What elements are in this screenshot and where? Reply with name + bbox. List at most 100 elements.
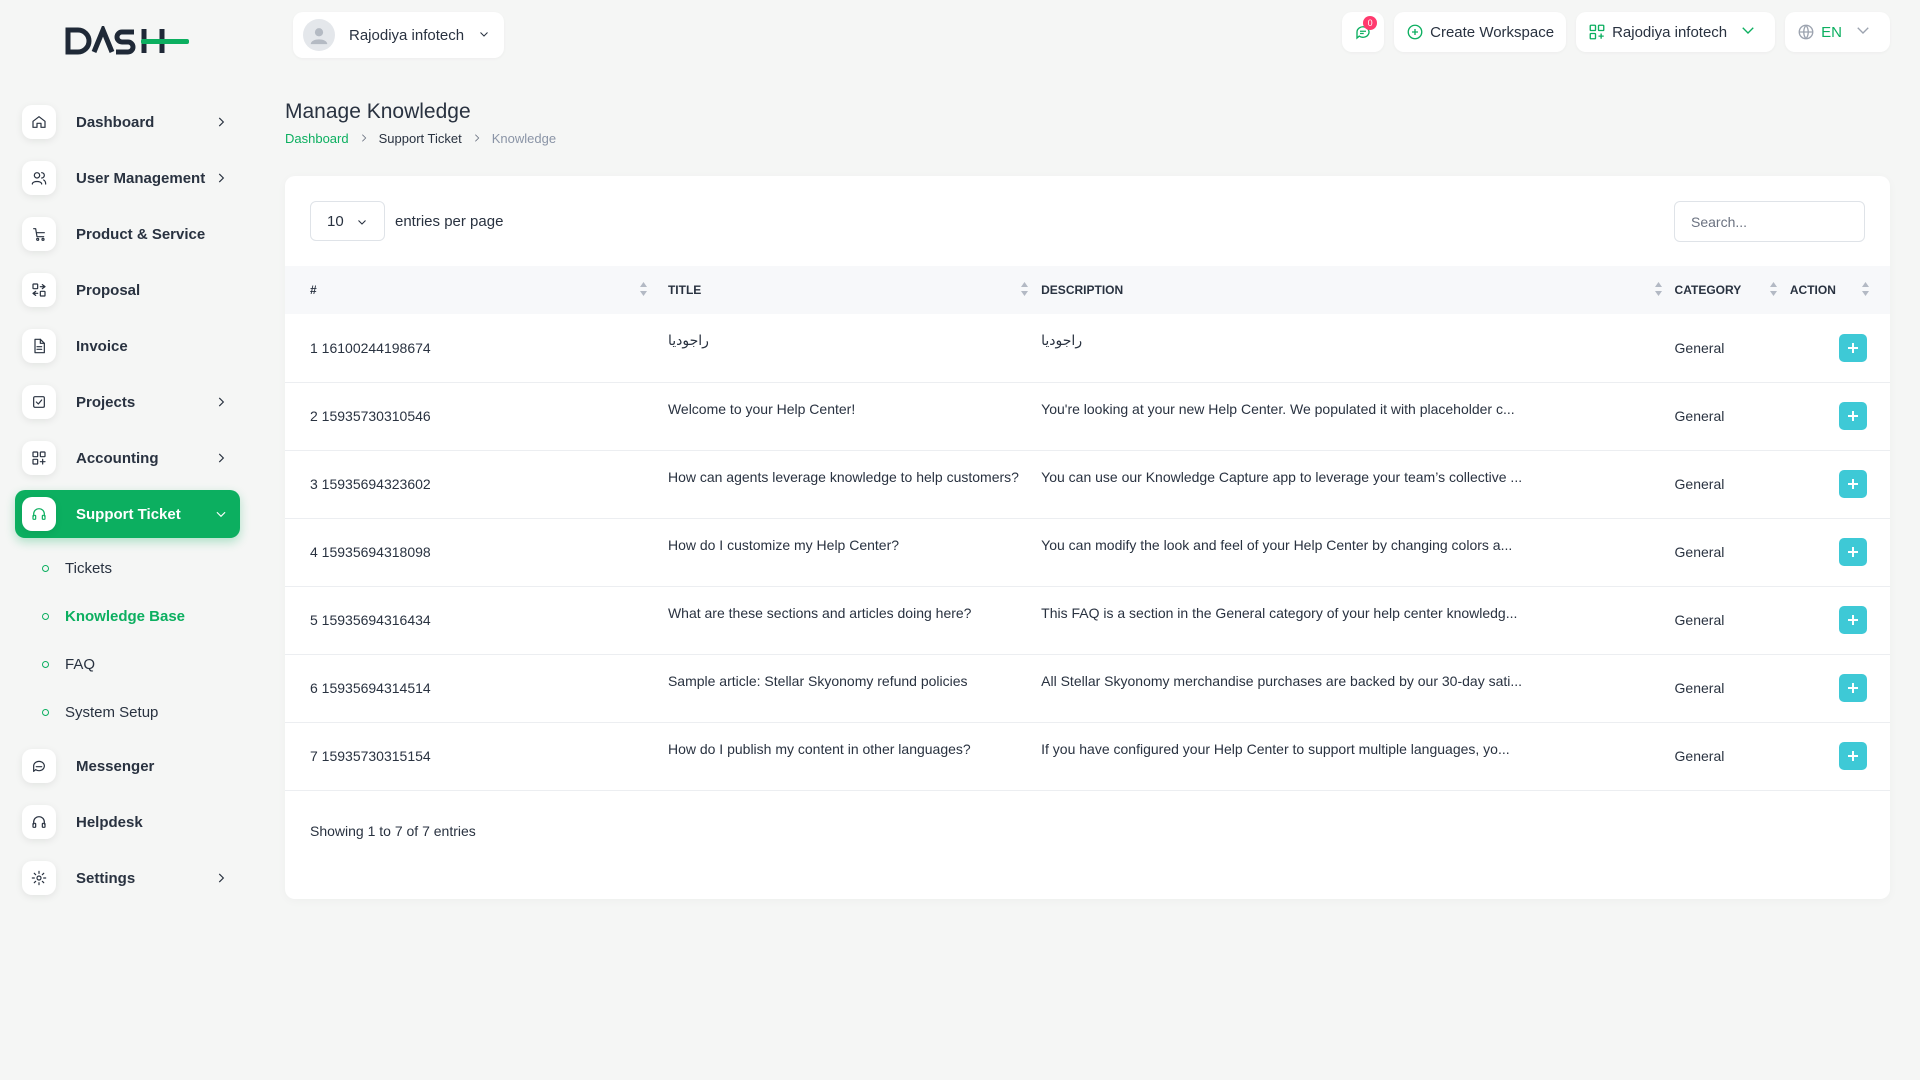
language-code: EN — [1821, 23, 1842, 41]
add-button[interactable] — [1838, 402, 1867, 430]
submenu-item-label: FAQ — [65, 655, 96, 673]
sort-icon — [1020, 281, 1029, 300]
row-category: General — [1674, 748, 1725, 764]
chevron-right-icon — [214, 871, 228, 885]
chevron-down-icon — [214, 507, 228, 521]
headset-icon — [22, 805, 56, 839]
plus-icon — [1847, 479, 1858, 489]
column-header-number[interactable]: # — [285, 266, 668, 314]
language-switcher[interactable]: EN — [1785, 12, 1890, 52]
sidebar-item-helpdesk[interactable]: Helpdesk — [15, 798, 240, 846]
column-header-description[interactable]: DESCRIPTION — [1041, 266, 1674, 314]
dash-logo[interactable] — [64, 26, 190, 56]
plus-circle-icon — [1407, 24, 1423, 40]
row-number: 4 15935694318098 — [310, 544, 431, 560]
breadcrumb-current: Knowledge — [491, 131, 557, 146]
submenu-item-knowledge-base[interactable]: Knowledge Base — [15, 592, 240, 640]
row-title: How do I publish my content in other lan… — [667, 740, 971, 757]
knowledge-card: 10 entries per page # TITLE DESCRIPTION … — [285, 176, 1890, 899]
sidebar-item-proposal[interactable]: Proposal — [15, 266, 240, 314]
support-ticket-submenu: Tickets Knowledge Base FAQ System Setup — [15, 544, 240, 736]
table-row: 7 15935730315154 How do I publish my con… — [285, 722, 1890, 790]
add-button[interactable] — [1838, 470, 1867, 498]
chat-icon — [22, 749, 56, 783]
column-header-action[interactable]: ACTION — [1790, 266, 1890, 314]
notification-badge: 0 — [1363, 16, 1378, 30]
table-row: 6 15935694314514 Sample article: Stellar… — [285, 654, 1890, 722]
sidebar-item-settings[interactable]: Settings — [15, 854, 240, 902]
entries-per-page-select[interactable]: 10 — [310, 201, 385, 241]
user-menu-button[interactable]: Rajodiya infotech — [293, 12, 505, 58]
row-description: This FAQ is a section in the General cat… — [1041, 604, 1518, 621]
submenu-item-label: Knowledge Base — [65, 607, 186, 625]
row-title: Welcome to your Help Center! — [667, 400, 856, 417]
knowledge-table: # TITLE DESCRIPTION CATEGORY ACTION 1 16… — [285, 266, 1890, 791]
sidebar-item-projects[interactable]: Projects — [15, 378, 240, 426]
sidebar-item-user-management[interactable]: User Management — [15, 154, 240, 202]
row-description: You can modify the look and feel of your… — [1041, 536, 1513, 553]
sidebar-item-invoice[interactable]: Invoice — [15, 322, 240, 370]
sidebar-item-label: User Management — [76, 169, 206, 187]
row-number: 2 15935730310546 — [310, 408, 431, 424]
submenu-item-label: Tickets — [65, 559, 112, 577]
sidebar-item-product-service[interactable]: Product & Service — [15, 210, 240, 258]
submenu-item-faq[interactable]: FAQ — [15, 640, 240, 688]
add-button[interactable] — [1838, 606, 1867, 634]
sort-icon — [1769, 281, 1778, 300]
sidebar-item-support-ticket[interactable]: Support Ticket — [15, 490, 240, 538]
row-category: General — [1674, 544, 1725, 560]
add-button[interactable] — [1838, 674, 1867, 702]
breadcrumb: Dashboard Support Ticket Knowledge — [285, 131, 556, 146]
row-description: راجوديا — [1041, 332, 1083, 348]
chevron-down-icon — [1842, 21, 1878, 43]
workspace-switcher[interactable]: Rajodiya infotech — [1576, 12, 1776, 52]
row-number: 1 16100244198674 — [310, 339, 431, 356]
avatar — [303, 19, 335, 51]
submenu-item-system-setup[interactable]: System Setup — [15, 688, 240, 736]
chevron-down-icon — [358, 220, 366, 225]
table-row: 5 15935694316434 What are these sections… — [285, 586, 1890, 654]
table-header-row: # TITLE DESCRIPTION CATEGORY ACTION — [285, 266, 1890, 314]
sort-icon — [1654, 281, 1663, 300]
plus-icon — [1847, 342, 1858, 353]
globe-icon — [1798, 24, 1814, 40]
chevron-right-icon — [214, 115, 228, 129]
top-header: Rajodiya infotech 0 Create Workspace Raj… — [285, 12, 1890, 60]
table-row: 1 16100244198674 راجوديا راجوديا General — [285, 314, 1890, 382]
sidebar-item-accounting[interactable]: Accounting — [15, 434, 240, 482]
entries-value: 10 — [327, 212, 344, 230]
user-icon — [310, 28, 328, 45]
page-title: Manage Knowledge — [285, 100, 471, 123]
plus-icon — [1847, 615, 1858, 625]
table-row: 4 15935694318098 How do I customize my H… — [285, 518, 1890, 586]
submenu-item-tickets[interactable]: Tickets — [15, 544, 240, 592]
add-button[interactable] — [1838, 538, 1867, 566]
add-button[interactable] — [1838, 333, 1867, 362]
breadcrumb-support-ticket[interactable]: Support Ticket — [379, 131, 462, 146]
breadcrumb-dashboard[interactable]: Dashboard — [285, 131, 349, 146]
sort-icon — [639, 281, 648, 300]
column-header-title[interactable]: TITLE — [668, 266, 1041, 314]
chevron-down-icon — [1727, 21, 1763, 43]
sidebar-item-label: Projects — [76, 393, 136, 411]
create-workspace-label: Create Workspace — [1430, 23, 1555, 41]
sidebar-item-messenger[interactable]: Messenger — [15, 742, 240, 790]
row-category: General — [1674, 476, 1725, 492]
row-category: General — [1674, 680, 1725, 696]
sidebar-item-dashboard[interactable]: Dashboard — [15, 98, 240, 146]
messages-button[interactable]: 0 — [1342, 12, 1385, 52]
add-button[interactable] — [1838, 742, 1867, 770]
column-header-category[interactable]: CATEGORY — [1675, 266, 1790, 314]
create-workspace-button[interactable]: Create Workspace — [1394, 12, 1567, 52]
row-number: 6 15935694314514 — [310, 680, 431, 696]
submenu-item-label: System Setup — [65, 703, 159, 721]
sidebar-item-label: Dashboard — [76, 113, 155, 131]
row-description: You can use our Knowledge Capture app to… — [1041, 468, 1523, 485]
entries-label: entries per page — [395, 212, 504, 230]
sidebar-item-label: Product & Service — [76, 225, 206, 243]
row-title: How do I customize my Help Center? — [667, 536, 900, 553]
search-input[interactable] — [1674, 201, 1865, 242]
entries-control: 10 entries per page — [310, 201, 503, 241]
cart-icon — [22, 217, 56, 251]
sidebar-item-label: Settings — [76, 869, 136, 887]
